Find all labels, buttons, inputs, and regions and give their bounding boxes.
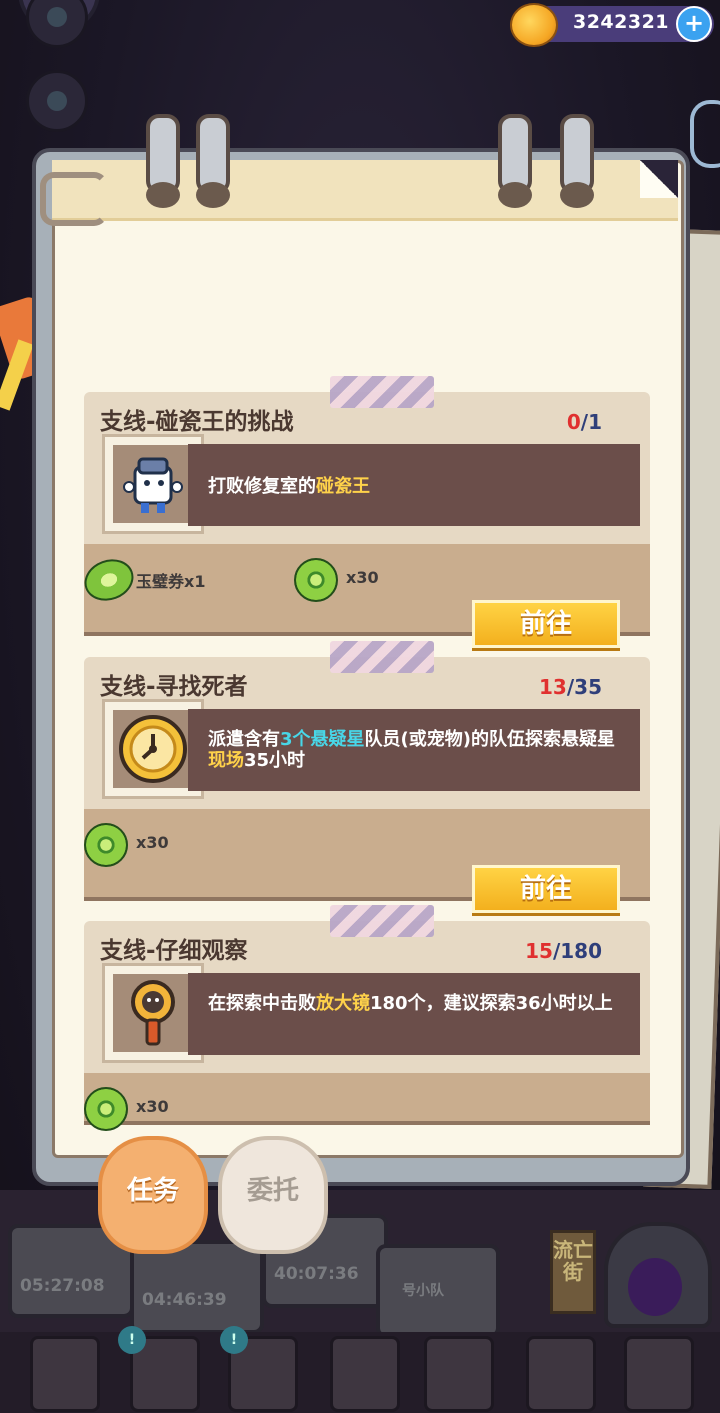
page-fold-corner: [640, 160, 678, 198]
dock-lab-icon[interactable]: [526, 1336, 596, 1412]
reward-label: x30: [346, 568, 379, 587]
spiral-clip-icon: [40, 172, 108, 226]
green-coin-icon: [84, 1087, 128, 1131]
paper-clip-icon: [690, 100, 720, 168]
reward-label: x30: [136, 1097, 169, 1116]
quest-progress: 13/35: [539, 675, 602, 699]
quest-title: 支线-碰瓷王的挑战: [100, 409, 294, 435]
dock-cat-icon[interactable]: [624, 1336, 694, 1412]
tab-commission-label: 委托: [246, 1176, 299, 1206]
quest-description: 派遣含有3个悬疑星队员(或宠物)的队伍探索悬疑星现场35小时: [208, 729, 615, 771]
tab-commission[interactable]: 委托: [218, 1136, 328, 1254]
porcelain-king-icon: [113, 445, 193, 523]
expedition-machine[interactable]: 号小队: [376, 1244, 500, 1338]
magnifier-icon: [113, 974, 193, 1052]
add-coins-button[interactable]: +: [676, 6, 712, 42]
quest-description: 打败修复室的碰瓷王: [208, 476, 370, 497]
expedition-timer: 05:27:08: [20, 1276, 105, 1296]
portal-core-icon: [628, 1258, 682, 1316]
tab-quest[interactable]: 任务: [98, 1136, 208, 1254]
tape-decoration: [330, 641, 434, 673]
binder-ring-icon: [146, 114, 180, 208]
quest-title: 支线-寻找死者: [100, 674, 248, 700]
dock-book-icon[interactable]: [330, 1336, 400, 1412]
gold-clock-icon: [113, 710, 193, 788]
tape-decoration: [330, 905, 434, 937]
dock-clipboard-icon[interactable]: [30, 1336, 100, 1412]
planet-coin-icon: [510, 3, 558, 47]
quest-progress: 15/180: [525, 939, 602, 963]
binder-ring-icon: [196, 114, 230, 208]
reward-label: 玉璧券x1: [136, 572, 206, 591]
tape-decoration: [330, 376, 434, 408]
quest-description-box: [188, 973, 640, 1055]
quest-card: 支线-寻找死者 13/35 派遣含有3个悬疑星队员(或宠物)的队伍探索悬疑星现场…: [84, 641, 650, 913]
go-button[interactable]: 前往: [472, 600, 620, 648]
binder-ring-icon: [498, 114, 532, 208]
dock-frame-icon[interactable]: [424, 1336, 494, 1412]
street-sign[interactable]: 流亡街: [550, 1230, 596, 1314]
team-label: 号小队: [402, 1283, 444, 1299]
expedition-machine[interactable]: 04:46:39: [130, 1240, 264, 1334]
quest-rewards-strip: [84, 1073, 650, 1125]
quest-card: 支线-仔细观察 15/180 在探索中击败放大镜180个，建议探索36小时以上 …: [84, 905, 650, 1131]
quest-description: 在探索中击败放大镜180个，建议探索36小时以上: [208, 993, 613, 1014]
tab-quest-label: 任务: [126, 1176, 179, 1206]
side-menu-icon[interactable]: [26, 0, 88, 48]
green-coin-icon: [84, 823, 128, 867]
quest-title: 支线-仔细观察: [100, 938, 248, 964]
quest-progress: 0/1: [566, 410, 602, 434]
settings-gear-icon[interactable]: [26, 70, 88, 132]
binder-ring-icon: [560, 114, 594, 208]
expedition-timer: 04:46:39: [142, 1290, 227, 1310]
expedition-timer: 40:07:36: [274, 1264, 359, 1284]
coin-amount: 3242321: [572, 11, 670, 33]
notification-badge: !: [220, 1326, 248, 1354]
green-coin-icon: [294, 558, 338, 602]
notification-badge: !: [118, 1326, 146, 1354]
reward-label: x30: [136, 833, 169, 852]
go-button[interactable]: 前往: [472, 865, 620, 913]
quest-card: 支线-碰瓷王的挑战 0/1 打败修复室的碰瓷王 玉璧券x1 x30 前往: [78, 376, 650, 648]
